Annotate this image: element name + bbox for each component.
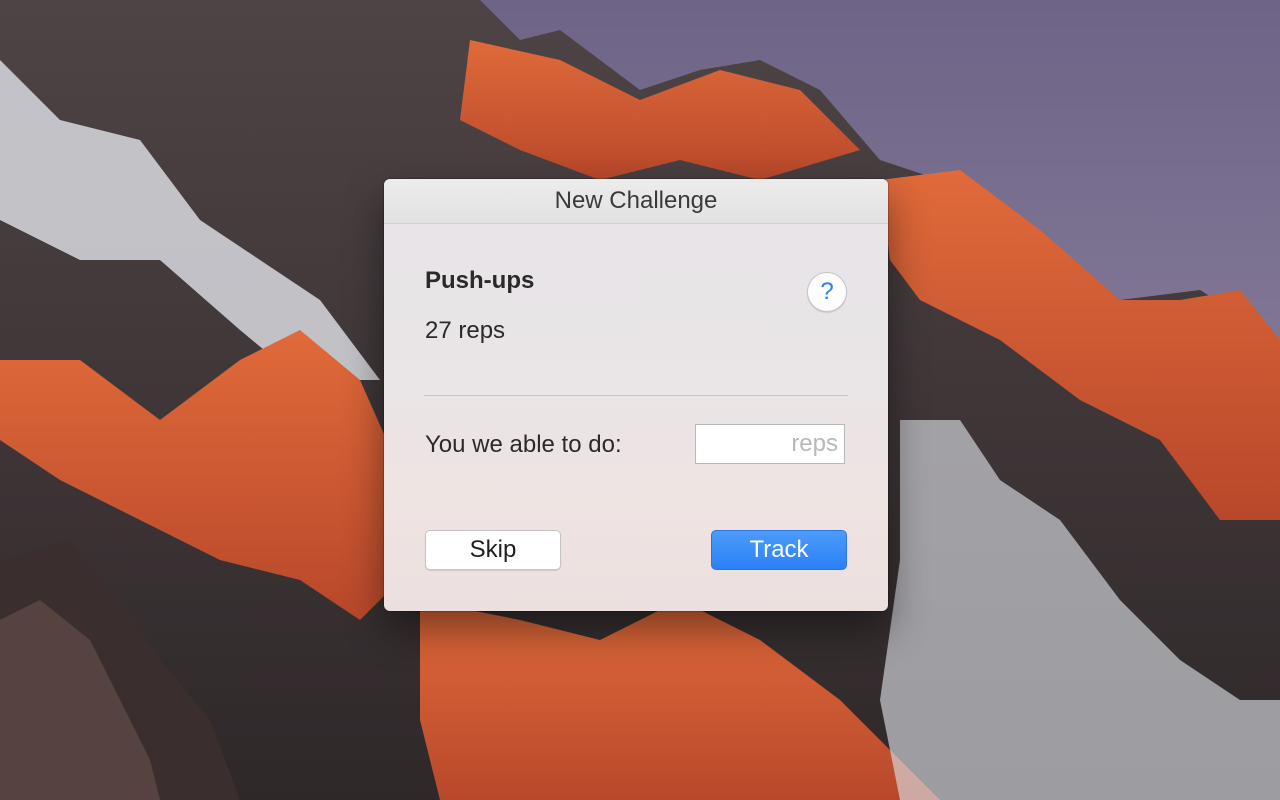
divider	[424, 395, 848, 396]
track-button[interactable]: Track	[711, 530, 847, 570]
exercise-name: Push-ups	[425, 267, 535, 294]
reps-field-label: You we able to do:	[425, 431, 622, 458]
question-mark-icon: ?	[820, 278, 834, 305]
new-challenge-dialog: New Challenge Push-ups 27 reps ? You we …	[384, 179, 888, 611]
desktop-background: New Challenge Push-ups 27 reps ? You we …	[0, 0, 1280, 800]
dialog-title: New Challenge	[384, 179, 888, 224]
reps-input[interactable]	[695, 424, 845, 464]
skip-button[interactable]: Skip	[425, 530, 561, 570]
help-button[interactable]: ?	[807, 272, 847, 312]
exercise-target: 27 reps	[425, 317, 506, 344]
